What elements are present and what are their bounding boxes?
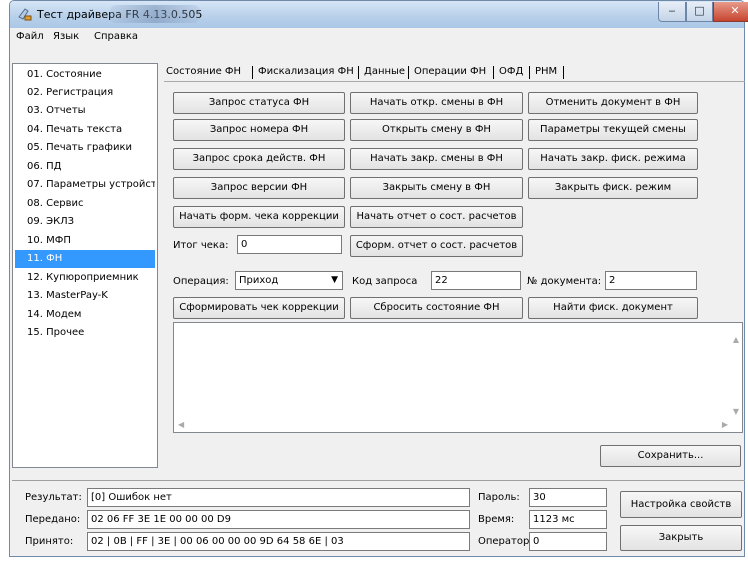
output-textarea[interactable]: ▲ ▼ ◀ ▶ <box>173 322 743 433</box>
close-fiscal-mode-button[interactable]: Закрыть фиск. режим <box>528 177 698 199</box>
generate-settlement-report-button[interactable]: Сформ. отчет о сост. расчетов <box>350 235 523 257</box>
result-field: [0] Ошибок нет <box>87 488 470 507</box>
sidebar-item-mfp[interactable]: 10. МФП <box>15 232 155 250</box>
sidebar-item-eklz[interactable]: 09. ЭКЛЗ <box>15 213 155 231</box>
sidebar-item-fn[interactable]: 11. ФН <box>15 250 155 268</box>
tab-ofd[interactable]: ОФД <box>499 64 523 81</box>
tab-fn-operations[interactable]: Операции ФН <box>414 64 486 81</box>
receipt-total-label: Итог чека: <box>173 240 229 251</box>
operator-label: Оператор: <box>478 536 533 547</box>
begin-correction-receipt-button[interactable]: Начать форм. чека коррекции <box>173 206 345 228</box>
close-button[interactable]: Закрыть <box>620 525 742 551</box>
tab-separator <box>493 66 494 79</box>
tab-separator <box>408 66 409 79</box>
request-code-label: Код запроса <box>352 276 418 287</box>
current-shift-params-button[interactable]: Параметры текущей смены <box>528 119 698 141</box>
open-shift-button[interactable]: Открыть смену в ФН <box>350 119 523 141</box>
request-fn-version-button[interactable]: Запрос версии ФН <box>173 177 345 199</box>
sidebar-item-device-params[interactable]: 07. Параметры устройства <box>15 176 155 194</box>
maximize-button[interactable]: □ <box>686 2 713 22</box>
tab-fn-status[interactable]: Состояние ФН <box>166 64 241 81</box>
sent-field: 02 06 FF 3E 1E 00 00 00 D9 <box>87 510 470 529</box>
tab-separator <box>358 66 359 79</box>
menu-file[interactable]: Файл <box>16 31 44 42</box>
time-label: Время: <box>478 514 515 525</box>
title-bar[interactable]: Тест драйвера FR 4.13.0.505 <box>10 1 744 28</box>
menu-language[interactable]: Язык <box>53 31 79 42</box>
tab-fiscalization[interactable]: Фискализация ФН <box>258 64 354 81</box>
receipt-total-input[interactable]: 0 <box>237 235 342 254</box>
sidebar-item-status[interactable]: 01. Состояние <box>15 66 155 84</box>
close-shift-button[interactable]: Закрыть смену в ФН <box>350 177 523 199</box>
time-field: 1123 мс <box>529 510 607 529</box>
menu-bar: Файл Язык Справка <box>10 28 744 46</box>
operator-input[interactable]: 0 <box>529 532 607 551</box>
doc-number-label: № документа: <box>527 276 602 287</box>
chevron-down-icon: ▼ <box>331 275 338 285</box>
scroll-right-icon[interactable]: ▶ <box>722 420 728 429</box>
app-icon <box>18 8 32 21</box>
request-validity-button[interactable]: Запрос срока действ. ФН <box>173 148 345 170</box>
tab-strip-border <box>164 81 745 82</box>
blurred-title-region <box>110 5 200 23</box>
sidebar-item-print-text[interactable]: 04. Печать текста <box>15 121 155 139</box>
sidebar-item-registration[interactable]: 02. Регистрация <box>15 84 155 102</box>
sidebar-item-bill-acceptor[interactable]: 12. Купюроприемник <box>15 269 155 287</box>
request-fn-number-button[interactable]: Запрос номера ФН <box>173 119 345 141</box>
begin-close-shift-button[interactable]: Начать закр. смены в ФН <box>350 148 523 170</box>
operation-select[interactable]: Приход ▼ <box>235 271 343 290</box>
operation-label: Операция: <box>173 276 229 287</box>
scroll-left-icon[interactable]: ◀ <box>178 420 184 429</box>
minimize-button[interactable]: ‒ <box>658 2 686 22</box>
sidebar-list[interactable]: 01. Состояние 02. Регистрация 03. Отчеты… <box>12 63 158 468</box>
begin-open-shift-button[interactable]: Начать откр. смены в ФН <box>350 92 523 114</box>
close-window-button[interactable]: ✕ <box>713 2 748 22</box>
password-input[interactable]: 30 <box>529 488 607 507</box>
password-label: Пароль: <box>478 492 520 503</box>
sent-label: Передано: <box>25 514 81 525</box>
tab-separator <box>563 66 564 79</box>
menu-help[interactable]: Справка <box>94 31 138 42</box>
request-code-input[interactable]: 22 <box>431 271 521 290</box>
sidebar-item-masterpay[interactable]: 13. MasterPay-K <box>15 287 155 305</box>
tab-rnm[interactable]: РНМ <box>535 64 557 81</box>
operation-selected-value: Приход <box>239 275 279 286</box>
tab-data[interactable]: Данные <box>364 64 405 81</box>
sidebar-item-service[interactable]: 08. Сервис <box>15 195 155 213</box>
reset-fn-state-button[interactable]: Сбросить состояние ФН <box>350 297 523 319</box>
sidebar-item-other[interactable]: 15. Прочее <box>15 324 155 342</box>
sidebar-item-modem[interactable]: 14. Модем <box>15 306 155 324</box>
request-fn-status-button[interactable]: Запрос статуса ФН <box>173 92 345 114</box>
sidebar-item-pd[interactable]: 06. ПД <box>15 158 155 176</box>
received-field: 02 | 0B | FF | 3E | 00 06 00 00 00 9D 64… <box>87 532 470 551</box>
scroll-down-icon[interactable]: ▼ <box>733 407 739 416</box>
begin-close-fiscal-mode-button[interactable]: Начать закр. фиск. режима <box>528 148 698 170</box>
cancel-document-button[interactable]: Отменить документ в ФН <box>528 92 698 114</box>
sidebar-item-reports[interactable]: 03. Отчеты <box>15 102 155 120</box>
received-label: Принято: <box>25 536 74 547</box>
tab-separator <box>252 66 253 79</box>
settings-button[interactable]: Настройка свойств <box>620 491 742 518</box>
result-label: Результат: <box>25 492 82 503</box>
tab-separator <box>529 66 530 79</box>
begin-settlement-report-button[interactable]: Начать отчет о сост. расчетов <box>350 206 523 228</box>
find-fiscal-document-button[interactable]: Найти фиск. документ <box>528 297 698 319</box>
generate-correction-receipt-button[interactable]: Сформировать чек коррекции <box>173 297 345 319</box>
sidebar-item-print-graphics[interactable]: 05. Печать графики <box>15 139 155 157</box>
scroll-up-icon[interactable]: ▲ <box>733 335 739 344</box>
doc-number-input[interactable]: 2 <box>605 271 697 290</box>
save-button[interactable]: Сохранить... <box>600 445 741 467</box>
